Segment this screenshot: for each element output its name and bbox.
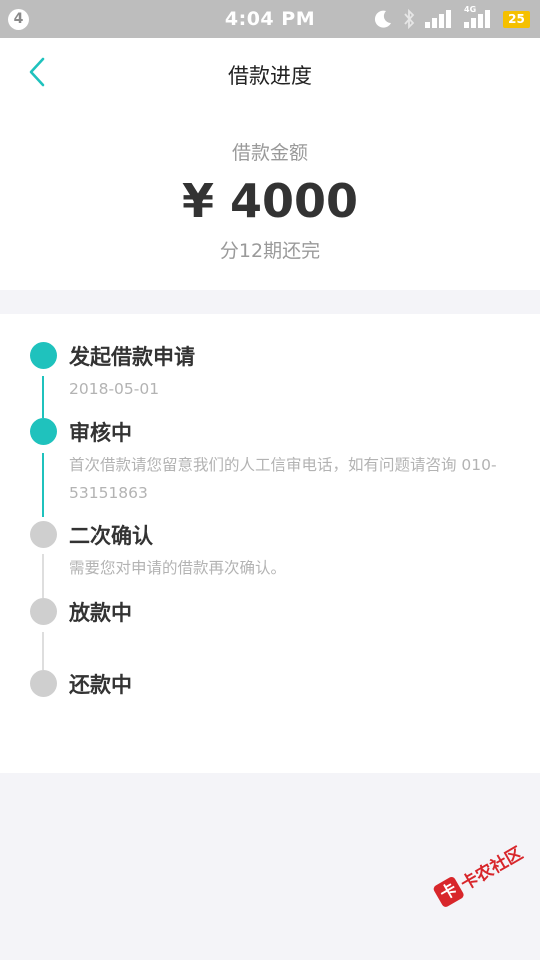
signal-4g-icon: 4G [464, 5, 494, 28]
loan-amount-card: 借款金额 ¥ 4000 分12期还完 [0, 112, 540, 290]
step-detail: 2018-05-01 [69, 380, 160, 398]
timeline-connector [42, 376, 44, 418]
step-indicator-pending [30, 521, 57, 548]
watermark-text: 卡农社区 [457, 843, 527, 895]
loan-progress-timeline: 发起借款申请 2018-05-01 审核中 首次借款请您留意我们的人工信审电话，… [0, 314, 540, 773]
loan-installments: 分12期还完 [219, 240, 321, 262]
status-icons: 4G 25 [373, 5, 530, 30]
page-title: 借款进度 [228, 64, 312, 88]
step-indicator-done [30, 418, 57, 445]
step-title: 审核中 [69, 421, 132, 445]
signal-icon [425, 10, 455, 28]
step-indicator-pending [30, 670, 57, 697]
timeline-connector [42, 632, 44, 670]
timeline-connector [42, 554, 44, 598]
app-header: 借款进度 [0, 38, 540, 112]
watermark-logo: 卡 卡农社区 [432, 839, 527, 908]
step-title: 二次确认 [69, 524, 153, 548]
step-title: 放款中 [69, 601, 132, 625]
timeline-connector [42, 453, 44, 517]
status-bar: 4 4:04 PM 4G 25 [0, 0, 540, 38]
step-detail: 需要您对申请的借款再次确认。 [69, 559, 287, 577]
moon-icon [373, 9, 393, 29]
loan-amount-label: 借款金额 [231, 142, 308, 164]
step-indicator-done [30, 342, 57, 369]
bluetooth-icon [402, 9, 416, 29]
step-detail: 首次借款请您留意我们的人工信审电话，如有问题请咨询 010-53151863 [69, 456, 497, 502]
loan-amount-value: ¥ 4000 [181, 174, 359, 228]
step-title: 发起借款申请 [69, 345, 195, 369]
network-type-label: 4G [464, 5, 477, 14]
battery-icon: 25 [503, 10, 530, 28]
step-title: 还款中 [69, 673, 132, 697]
step-indicator-pending [30, 598, 57, 625]
